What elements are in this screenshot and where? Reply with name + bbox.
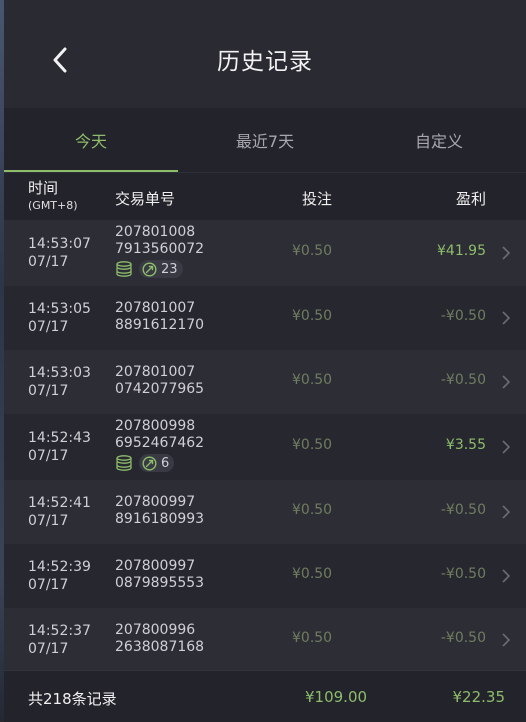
record-time: 14:52:37 07/17 — [28, 622, 91, 658]
record-order-line-2: 0879895553 — [115, 575, 205, 591]
record-date-value: 07/17 — [28, 383, 69, 399]
tab-custom[interactable]: 自定义 — [352, 108, 526, 172]
record-order: 207801008 7913560072 23 — [115, 224, 204, 278]
record-row[interactable]: 14:52:41 07/17 207800997 8916180993 ¥0.5… — [4, 480, 526, 544]
record-time-value: 14:53:07 — [28, 236, 91, 252]
record-row[interactable]: 14:52:43 07/17 207800998 6952467462 6 ¥0… — [4, 414, 526, 480]
chevron-right-icon — [502, 633, 511, 647]
record-time-value: 14:52:37 — [28, 623, 91, 639]
record-order-line-1: 207800997 — [115, 558, 196, 574]
column-order: 交易单号 — [115, 190, 176, 208]
record-time: 14:52:41 07/17 — [28, 494, 91, 530]
record-time: 14:52:43 07/17 — [28, 429, 91, 465]
record-order-line-2: 7913560072 — [115, 241, 205, 257]
record-bet: ¥0.50 — [292, 308, 333, 324]
record-total: 共218条记录 — [28, 690, 117, 708]
record-order: 207800997 0879895553 — [115, 558, 204, 592]
page-title: 历史记录 — [217, 49, 313, 75]
record-row[interactable]: 14:52:39 07/17 207800997 0879895553 ¥0.5… — [4, 544, 526, 608]
record-time-value: 14:52:43 — [28, 430, 91, 446]
record-time: 14:53:03 07/17 — [28, 364, 91, 400]
record-profit: -¥0.50 — [440, 630, 486, 646]
column-bet: 投注 — [302, 190, 333, 208]
chevron-right-icon — [502, 375, 511, 389]
column-header: 时间 (GMT+8) 交易单号 投注 盈利 — [4, 172, 526, 221]
record-date-value: 07/17 — [28, 513, 69, 529]
record-bet: ¥0.50 — [292, 630, 333, 646]
record-time-value: 14:52:41 — [28, 495, 91, 511]
record-order: 207801007 8891612170 — [115, 300, 204, 334]
bet-total: ¥109.00 — [305, 688, 368, 706]
column-profit: 盈利 — [456, 190, 487, 208]
record-order: 207800998 6952467462 6 — [115, 418, 204, 472]
record-row[interactable]: 14:53:07 07/17 207801008 7913560072 23 ¥… — [4, 220, 526, 286]
record-badges: 23 — [115, 260, 204, 278]
record-order-line-1: 207800997 — [115, 494, 196, 510]
record-badges: 6 — [115, 454, 204, 472]
record-profit: ¥3.55 — [445, 437, 486, 453]
record-bet: ¥0.50 — [292, 437, 333, 453]
free-spin-count: 6 — [161, 455, 170, 471]
record-order-line-2: 0742077965 — [115, 381, 205, 397]
record-time-value: 14:52:39 — [28, 559, 91, 575]
free-spin-icon — [142, 261, 157, 277]
record-list: 14:53:07 07/17 207801008 7913560072 23 ¥… — [4, 220, 526, 672]
record-bet: ¥0.50 — [292, 502, 333, 518]
record-profit: -¥0.50 — [440, 566, 486, 582]
record-order: 207800997 8916180993 — [115, 494, 204, 528]
record-time-value: 14:53:05 — [28, 301, 91, 317]
record-bet: ¥0.50 — [292, 243, 333, 259]
record-profit: -¥0.50 — [440, 372, 486, 388]
chevron-right-icon — [502, 246, 511, 260]
summary-footer: 共218条记录 ¥109.00 ¥22.35 — [4, 670, 526, 722]
coins-icon — [116, 455, 132, 471]
record-row[interactable]: 14:52:37 07/17 207800996 2638087168 ¥0.5… — [4, 608, 526, 672]
record-order-line-2: 8891612170 — [115, 317, 205, 333]
chevron-right-icon — [502, 569, 511, 583]
free-spin-badge: 6 — [139, 454, 175, 472]
record-order-line-1: 207801007 — [115, 364, 196, 380]
record-time: 14:52:39 07/17 — [28, 558, 91, 594]
header-bar: 历史记录 — [4, 0, 526, 108]
record-order-line-2: 6952467462 — [115, 435, 205, 451]
record-profit: -¥0.50 — [440, 502, 486, 518]
column-time-label: 时间 — [28, 179, 59, 197]
record-order-line-1: 207800998 — [115, 418, 196, 434]
record-time: 14:53:05 07/17 — [28, 300, 91, 336]
record-order: 207800996 2638087168 — [115, 622, 204, 656]
record-order-line-2: 8916180993 — [115, 511, 205, 527]
record-row[interactable]: 14:53:03 07/17 207801007 0742077965 ¥0.5… — [4, 350, 526, 414]
record-date-value: 07/17 — [28, 641, 69, 657]
record-order-line-1: 207801007 — [115, 300, 196, 316]
record-order-line-2: 2638087168 — [115, 639, 205, 655]
record-order: 207801007 0742077965 — [115, 364, 204, 398]
tab-last-7-days[interactable]: 最近7天 — [178, 108, 352, 172]
free-spin-icon — [142, 455, 157, 471]
record-bet: ¥0.50 — [292, 372, 333, 388]
record-bet: ¥0.50 — [292, 566, 333, 582]
tab-bar: 今天 最近7天 自定义 — [4, 108, 526, 172]
record-profit: -¥0.50 — [440, 308, 486, 324]
record-date-value: 07/17 — [28, 448, 69, 464]
record-order-line-1: 207801008 — [115, 224, 196, 240]
record-time: 14:53:07 07/17 — [28, 235, 91, 271]
record-date-value: 07/17 — [28, 254, 69, 270]
chevron-right-icon — [502, 311, 511, 325]
column-timezone: (GMT+8) — [28, 199, 78, 212]
free-spin-count: 23 — [161, 261, 178, 277]
column-time: 时间 (GMT+8) — [28, 180, 78, 214]
record-profit: ¥41.95 — [437, 243, 486, 259]
record-row[interactable]: 14:53:05 07/17 207801007 8891612170 ¥0.5… — [4, 286, 526, 350]
coins-icon — [116, 261, 132, 277]
record-order-line-1: 207800996 — [115, 622, 196, 638]
profit-total: ¥22.35 — [452, 688, 506, 706]
record-date-value: 07/17 — [28, 577, 69, 593]
record-date-value: 07/17 — [28, 319, 69, 335]
record-time-value: 14:53:03 — [28, 365, 91, 381]
chevron-right-icon — [502, 440, 511, 454]
free-spin-badge: 23 — [139, 260, 183, 278]
tab-today[interactable]: 今天 — [4, 108, 178, 172]
chevron-right-icon — [502, 505, 511, 519]
